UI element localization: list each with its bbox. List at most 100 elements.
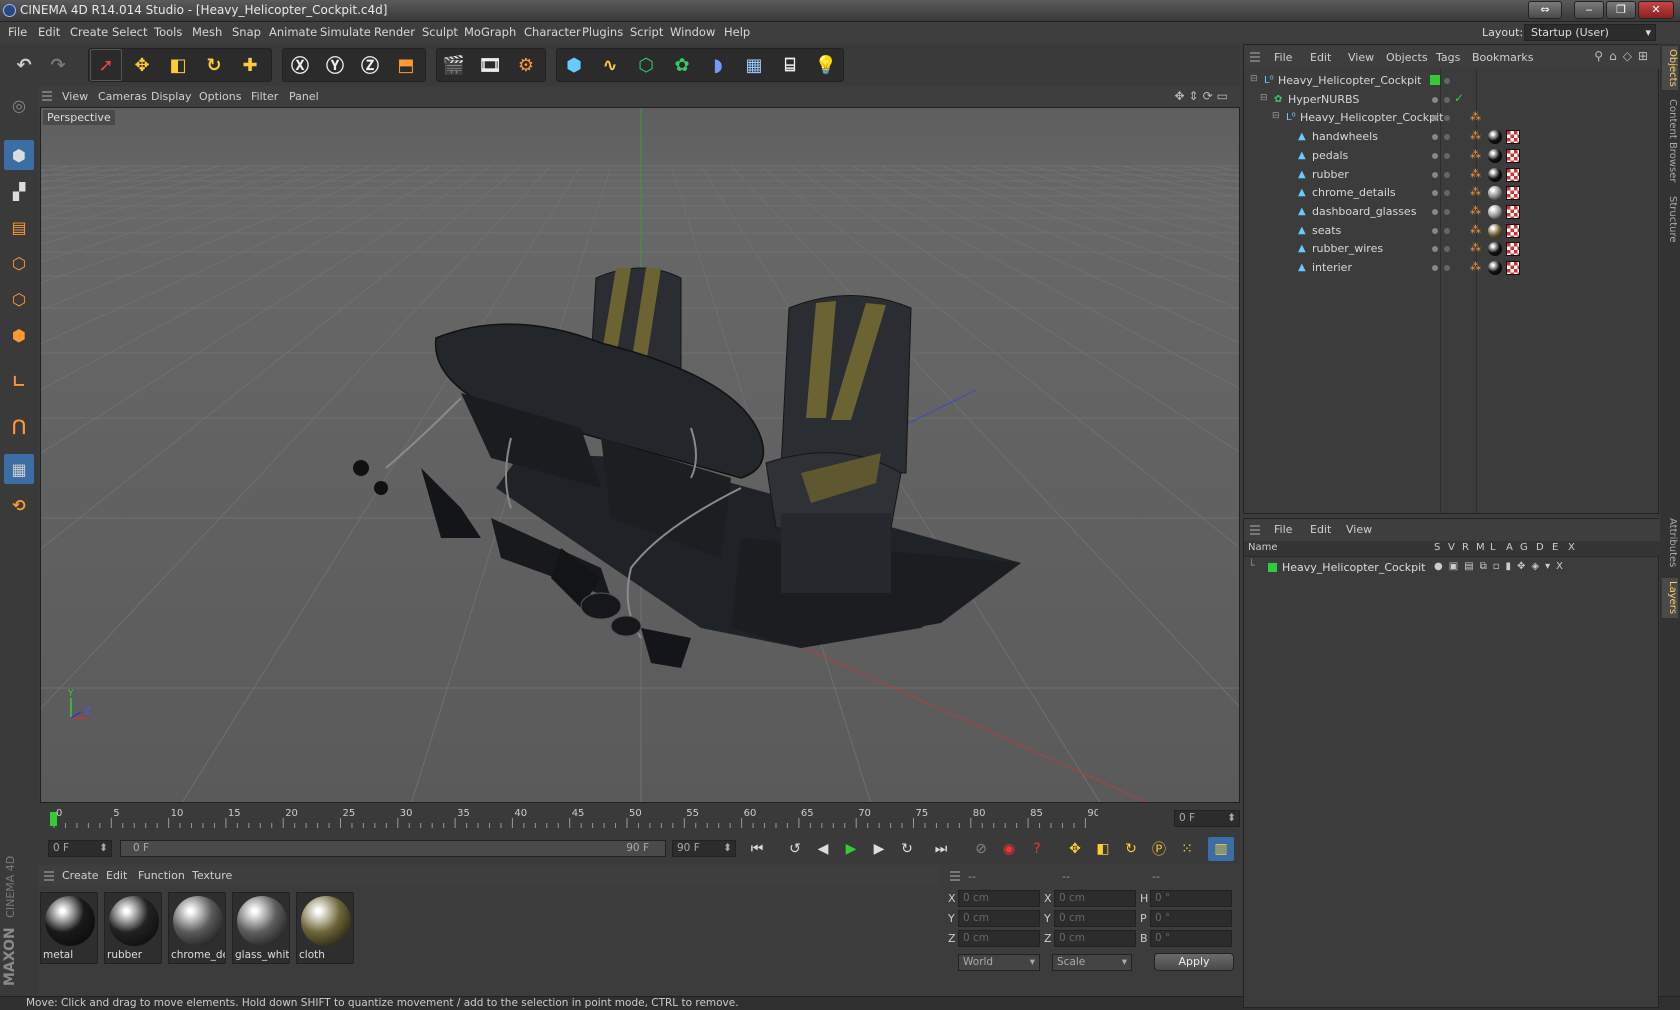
objects-menu-view[interactable]: View: [1348, 51, 1374, 64]
menu-create[interactable]: Create: [70, 25, 108, 39]
render-view-icon[interactable]: 🎬: [438, 49, 470, 81]
object-row[interactable]: ▲ interier ⁂: [1244, 258, 1660, 278]
redo-icon[interactable]: ↷: [42, 49, 74, 81]
menu-animate[interactable]: Animate: [269, 25, 317, 39]
layer-col-r[interactable]: R: [1462, 542, 1469, 553]
visibility-editor-dot[interactable]: [1432, 134, 1438, 141]
object-name[interactable]: pedals: [1312, 149, 1348, 162]
layer-row[interactable]: └ Heavy_Helicopter_Cockpit ●▣▤⧉▫▮✥◈▾X: [1244, 559, 1660, 577]
viewport-canvas[interactable]: Y Z: [41, 108, 1240, 803]
previous-key-icon[interactable]: ↺: [782, 837, 808, 861]
expand-icon[interactable]: ⊟: [1260, 93, 1268, 103]
layer-col-name[interactable]: Name: [1248, 542, 1278, 553]
menu-plugins[interactable]: Plugins: [582, 25, 623, 39]
phong-tag-icon[interactable]: ⁂: [1470, 260, 1481, 273]
texture-tag-icon[interactable]: [1506, 186, 1520, 201]
apply-button[interactable]: Apply: [1154, 953, 1234, 971]
frame-range-slider[interactable]: 0 F 90 F: [120, 840, 666, 857]
layer-color-icon[interactable]: [1430, 75, 1440, 85]
material-menu-function[interactable]: Function: [138, 869, 185, 882]
layer-col-v[interactable]: V: [1448, 542, 1455, 553]
phong-tag-icon[interactable]: ⁂: [1470, 241, 1481, 254]
material-tag-icon[interactable]: [1488, 130, 1502, 145]
object-row[interactable]: ▲ seats ⁂: [1244, 221, 1660, 241]
menu-window[interactable]: Window: [670, 25, 715, 39]
record-active-icon[interactable]: ⊘: [968, 837, 994, 861]
material-name[interactable]: rubber: [107, 949, 161, 961]
object-name[interactable]: rubber_wires: [1312, 242, 1383, 255]
object-row[interactable]: ▲ handwheels ⁂: [1244, 127, 1660, 147]
coord-rotation-field[interactable]: 0 °: [1150, 910, 1232, 927]
texture-tag-icon[interactable]: [1506, 261, 1520, 275]
layer-flag-icons[interactable]: ●▣▤⧉▫▮✥◈▾X: [1434, 561, 1569, 572]
object-name[interactable]: Heavy_Helicopter_Cockpit: [1300, 111, 1444, 124]
axis-mode-icon[interactable]: ∟: [4, 366, 34, 396]
layer-col-s[interactable]: S: [1434, 542, 1440, 553]
visibility-render-dot[interactable]: [1444, 152, 1450, 159]
key-pla-icon[interactable]: ⁙: [1174, 837, 1200, 861]
object-name[interactable]: handwheels: [1312, 130, 1378, 143]
timeline-ruler[interactable]: 0 5 10 15 20 25 30 35 40 45 50 55 60 65 70 75 80 85 90 0 F…: [38, 804, 1240, 834]
material-tag-icon[interactable]: [1488, 148, 1502, 163]
layer-col-d[interactable]: D: [1536, 542, 1544, 553]
visibility-editor-dot[interactable]: [1432, 152, 1438, 159]
tab-layers[interactable]: Layers: [1662, 578, 1678, 618]
layer-col-x[interactable]: X: [1568, 542, 1575, 553]
material-tag-icon[interactable]: [1488, 204, 1502, 219]
edges-mode-icon[interactable]: ⬡: [4, 284, 34, 314]
visibility-editor-dot[interactable]: [1432, 171, 1438, 178]
add-tool-icon[interactable]: ✚: [234, 49, 266, 81]
viewport-menu-filter[interactable]: Filter: [251, 90, 278, 103]
object-search-icons[interactable]: ⚲⌂◇⊞: [1594, 49, 1654, 63]
previous-frame-icon[interactable]: ◀: [810, 837, 836, 861]
viewport-menu-options[interactable]: Options: [199, 90, 241, 103]
phong-tag-icon[interactable]: ⁂: [1470, 185, 1481, 198]
material-name[interactable]: chrome_de: [171, 949, 225, 961]
object-row[interactable]: ▲ chrome_details ⁂: [1244, 183, 1660, 203]
menu-mograph[interactable]: MoGraph: [464, 25, 516, 39]
objects-menu-bookmarks[interactable]: Bookmarks: [1472, 51, 1533, 64]
keyframe-selection-icon[interactable]: ?: [1024, 837, 1050, 861]
coord-size-field[interactable]: 0 cm: [1054, 890, 1136, 907]
texture-tag-icon[interactable]: [1506, 130, 1520, 145]
layer-col-g[interactable]: G: [1520, 542, 1528, 553]
menu-script[interactable]: Script: [630, 25, 663, 39]
enabled-check-icon[interactable]: ✓: [1454, 91, 1464, 105]
layout-select[interactable]: Startup (User) ▾: [1524, 24, 1656, 41]
visibility-render-dot[interactable]: [1444, 96, 1450, 103]
viewport-nav-icons[interactable]: ✥⇕⟳▭: [1174, 89, 1232, 103]
next-frame-icon[interactable]: ▶: [866, 837, 892, 861]
menu-help[interactable]: Help: [724, 25, 750, 39]
maximize-button[interactable]: ❐: [1606, 1, 1636, 19]
viewport-3d[interactable]: Y Z Perspective: [40, 107, 1240, 803]
material-menu-create[interactable]: Create: [62, 869, 99, 882]
coord-size-select[interactable]: Scale ▾: [1052, 954, 1132, 971]
expand-icon[interactable]: ⊟: [1272, 111, 1280, 121]
menu-file[interactable]: File: [8, 25, 27, 39]
minimize-button[interactable]: ‒: [1574, 1, 1604, 19]
visibility-render-dot[interactable]: [1444, 265, 1450, 271]
go-to-end-icon[interactable]: ⏭: [928, 837, 954, 861]
object-name[interactable]: rubber: [1312, 168, 1349, 181]
cube-icon[interactable]: ⬢: [558, 49, 590, 81]
phong-tag-icon[interactable]: ⁂: [1470, 204, 1481, 217]
material-tag-icon[interactable]: [1488, 223, 1502, 238]
visibility-editor-dot[interactable]: [1432, 190, 1438, 197]
visibility-render-dot[interactable]: [1444, 115, 1450, 122]
move-tool-icon[interactable]: ✥: [126, 49, 158, 81]
material-swatch[interactable]: glass_whit: [232, 892, 290, 964]
spline-icon[interactable]: ∿: [594, 49, 626, 81]
layers-menu-file[interactable]: File: [1274, 523, 1292, 536]
material-menu-edit[interactable]: Edit: [106, 869, 127, 882]
material-tag-icon[interactable]: [1488, 242, 1502, 257]
coord-position-field[interactable]: 0 cm: [958, 910, 1040, 927]
next-key-icon[interactable]: ↻: [894, 837, 920, 861]
visibility-render-dot[interactable]: [1444, 208, 1450, 215]
phong-tag-icon[interactable]: ⁂: [1470, 110, 1481, 123]
autokeying-icon[interactable]: ◉: [996, 837, 1022, 861]
object-row[interactable]: ⊟ L⁰ Heavy_Helicopter_Cockpit: [1244, 71, 1660, 91]
make-editable-icon[interactable]: ◎: [4, 90, 34, 120]
live-selection-icon[interactable]: ➚: [90, 49, 122, 81]
nurbs-icon[interactable]: ⬡: [630, 49, 662, 81]
points-mode-icon[interactable]: ⬡: [4, 248, 34, 278]
